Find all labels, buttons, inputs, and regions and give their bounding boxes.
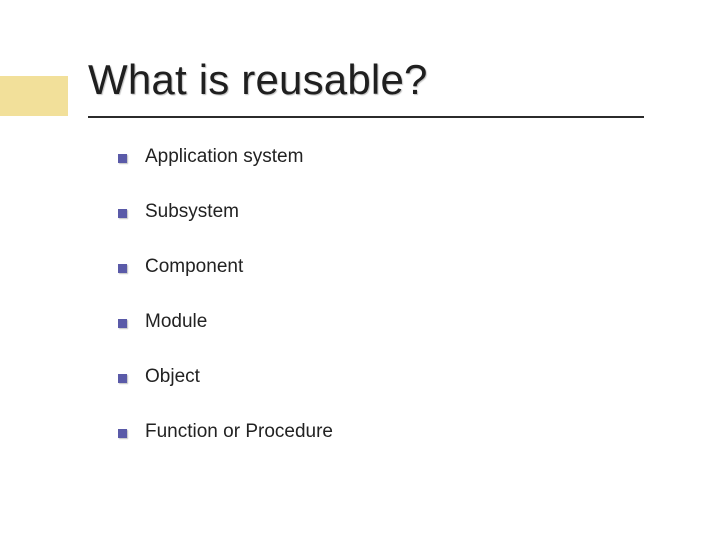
bullet-list: Application system Subsystem Component M… [118,146,638,476]
list-item-label: Function or Procedure [145,421,333,443]
list-item: Component [118,256,638,278]
list-item-label: Subsystem [145,201,239,223]
square-bullet-icon [118,264,127,273]
list-item: Subsystem [118,201,638,223]
list-item-label: Component [145,256,243,278]
slide: What is reusable? Application system Sub… [0,0,720,540]
title-underline [88,116,644,118]
square-bullet-icon [118,374,127,383]
square-bullet-icon [118,319,127,328]
list-item: Application system [118,146,638,168]
square-bullet-icon [118,209,127,218]
list-item-label: Application system [145,146,303,168]
list-item: Object [118,366,638,388]
list-item-label: Object [145,366,200,388]
list-item: Module [118,311,638,333]
accent-block [0,76,68,116]
list-item-label: Module [145,311,207,333]
list-item: Function or Procedure [118,421,638,443]
square-bullet-icon [118,429,127,438]
square-bullet-icon [118,154,127,163]
slide-title: What is reusable? [88,56,428,104]
